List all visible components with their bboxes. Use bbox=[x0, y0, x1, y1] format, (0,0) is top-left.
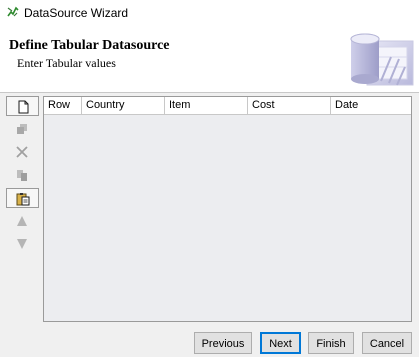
page-title: Define Tabular Datasource bbox=[9, 38, 170, 53]
column-header-date[interactable]: Date bbox=[331, 97, 411, 114]
wizard-content: Row Country Item Cost Date Previous Next… bbox=[0, 93, 419, 357]
next-button[interactable]: Next bbox=[260, 332, 301, 354]
title-bar: DataSource Wizard bbox=[0, 0, 419, 27]
previous-button[interactable]: Previous bbox=[194, 332, 252, 354]
cancel-button[interactable]: Cancel bbox=[362, 332, 412, 354]
copy-row-button[interactable] bbox=[6, 165, 39, 185]
paste-row-button[interactable] bbox=[6, 188, 39, 208]
new-row-icon bbox=[18, 100, 29, 114]
finish-button[interactable]: Finish bbox=[308, 332, 354, 354]
move-up-button[interactable] bbox=[6, 211, 39, 231]
copy-icon bbox=[17, 170, 27, 181]
app-icon bbox=[7, 6, 19, 17]
tabular-values-table[interactable]: Row Country Item Cost Date bbox=[43, 96, 412, 322]
datasource-graphic-icon bbox=[350, 33, 414, 86]
delete-icon bbox=[16, 146, 28, 158]
wizard-header: Define Tabular Datasource Enter Tabular … bbox=[0, 27, 419, 93]
move-down-icon bbox=[17, 239, 27, 249]
column-header-country[interactable]: Country bbox=[82, 97, 165, 114]
column-header-cost[interactable]: Cost bbox=[248, 97, 331, 114]
page-subtitle: Enter Tabular values bbox=[17, 56, 116, 70]
window-title: DataSource Wizard bbox=[24, 6, 129, 20]
wizard-buttons: Previous Next Finish Cancel bbox=[0, 332, 419, 354]
new-row-button[interactable] bbox=[6, 96, 39, 116]
delete-row-button[interactable] bbox=[6, 142, 39, 162]
move-up-icon bbox=[17, 216, 27, 226]
table-header: Row Country Item Cost Date bbox=[44, 97, 411, 115]
paste-icon bbox=[16, 193, 30, 206]
duplicate-row-button[interactable] bbox=[6, 119, 39, 139]
move-down-button[interactable] bbox=[6, 234, 39, 254]
column-header-row[interactable]: Row bbox=[44, 97, 82, 114]
duplicate-icon bbox=[17, 124, 27, 134]
column-header-item[interactable]: Item bbox=[165, 97, 248, 114]
